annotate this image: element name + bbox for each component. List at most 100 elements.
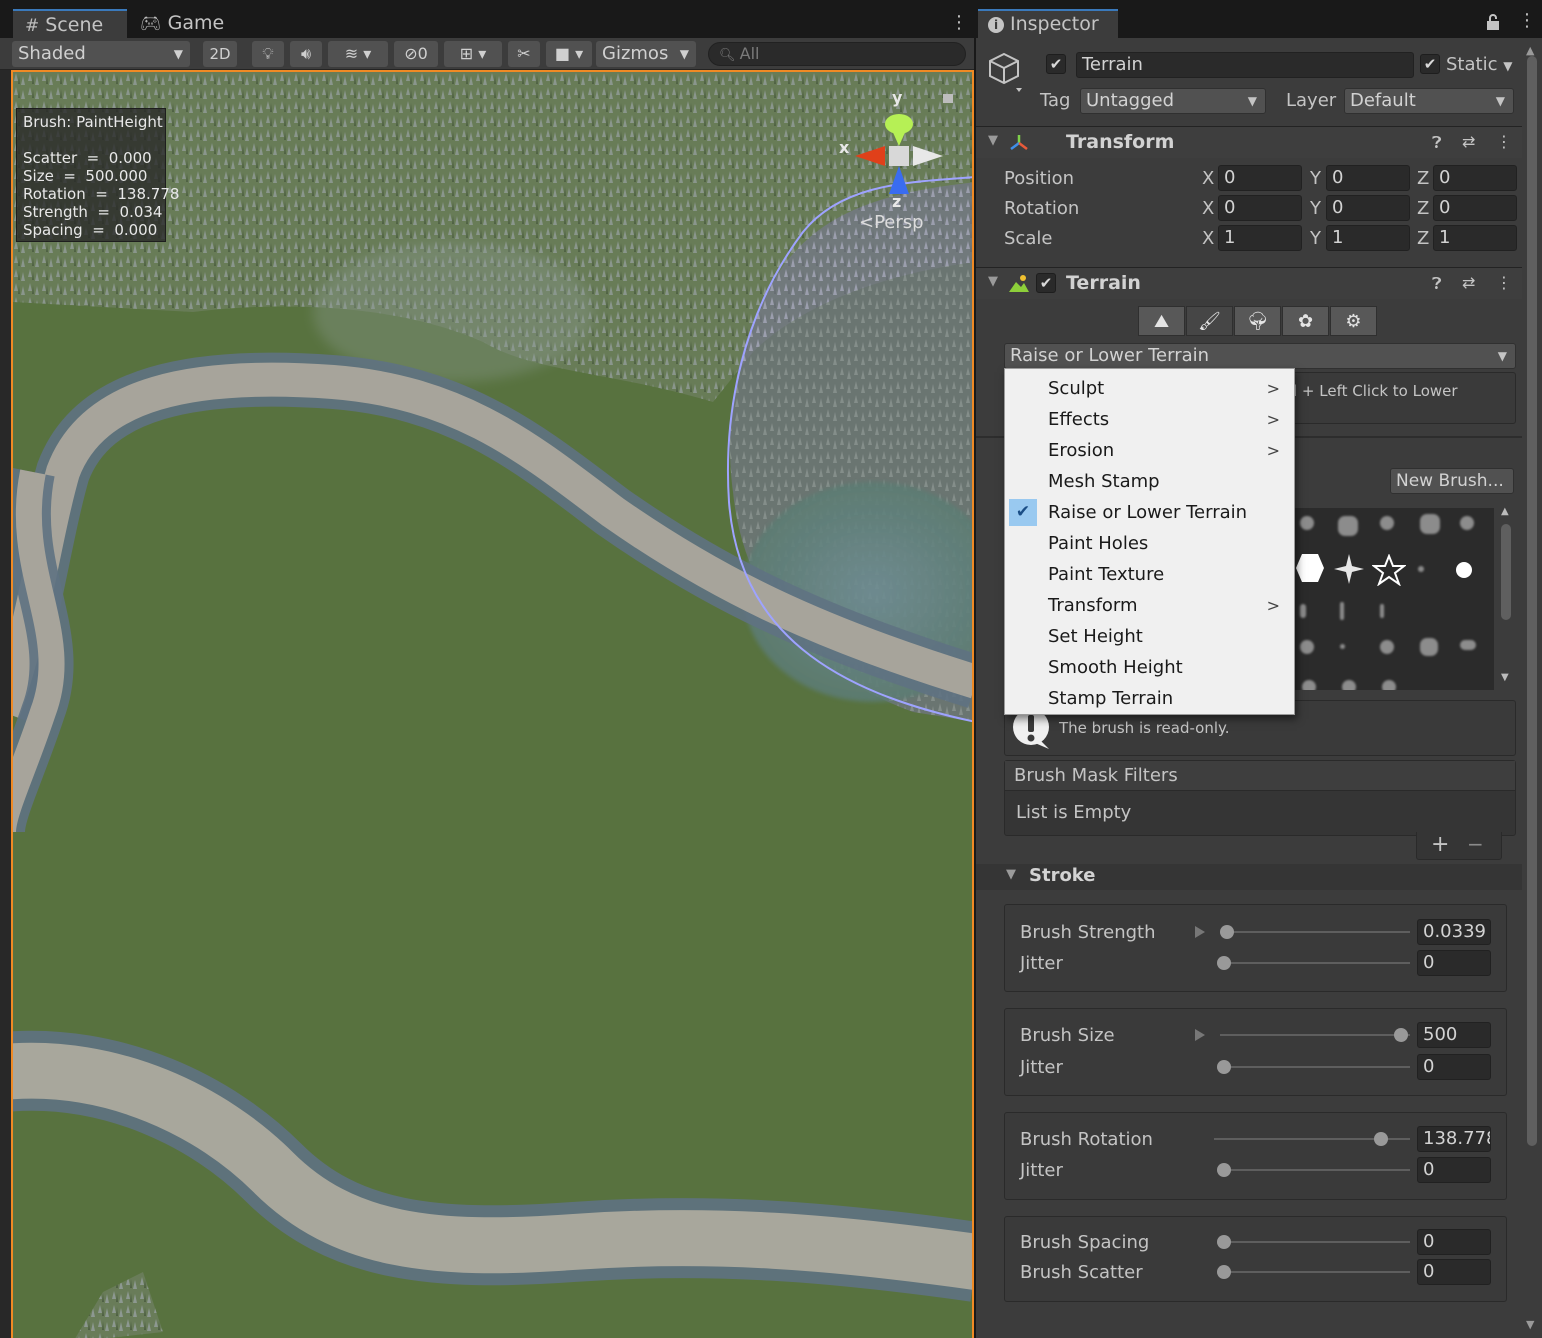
brush-thumbnail[interactable] xyxy=(1420,514,1440,534)
terrain-tool-dropdown[interactable]: Raise or Lower Terrain ▼ xyxy=(1004,343,1516,369)
scale-z-field[interactable]: 1 xyxy=(1433,225,1517,251)
menu-item-paint-holes[interactable]: Paint Holes xyxy=(1005,528,1294,559)
brush-thumbnail[interactable] xyxy=(1380,516,1394,530)
paint-terrain-brush-icon[interactable]: 🖌︎ xyxy=(1186,306,1233,336)
brush-selection-grid[interactable] xyxy=(1294,508,1494,690)
layer-dropdown[interactable]: Default ▼ xyxy=(1344,88,1514,114)
foldout-arrow-icon[interactable]: ▼ xyxy=(1006,867,1016,882)
expand-slider-icon[interactable] xyxy=(1195,1029,1205,1041)
brush-grid-scrollbar[interactable]: ▲ ▼ xyxy=(1498,506,1514,690)
brush-size-slider-track[interactable] xyxy=(1220,1034,1410,1036)
position-z-field[interactable]: 0 xyxy=(1433,165,1517,191)
lighting-toggle-icon[interactable]: 💡︎ xyxy=(252,41,284,67)
projection-toggle[interactable]: <Persp xyxy=(859,212,924,233)
rotation-jitter-slider-track[interactable] xyxy=(1220,1169,1410,1171)
scroll-down-icon[interactable]: ▼ xyxy=(1501,672,1509,683)
brush-thumbnail[interactable] xyxy=(1338,516,1358,536)
rotation-jitter-slider-knob[interactable] xyxy=(1217,1163,1231,1177)
strength-jitter-field[interactable]: 0 xyxy=(1417,950,1491,976)
menu-item-paint-texture[interactable]: Paint Texture xyxy=(1005,559,1294,590)
brush-thumbnail[interactable] xyxy=(1460,516,1474,530)
brush-rotation-field[interactable]: 138.778 xyxy=(1417,1126,1491,1152)
tab-inspector[interactable]: i Inspector xyxy=(978,9,1118,38)
static-label[interactable]: Static ▼ xyxy=(1446,54,1512,75)
menu-item-erosion[interactable]: Erosion > xyxy=(1005,435,1294,466)
round-brush-icon[interactable] xyxy=(1456,562,1472,578)
scene-search-input[interactable]: 🔍︎ All xyxy=(708,42,966,66)
brush-spacing-field[interactable]: 0 xyxy=(1417,1229,1491,1255)
expand-slider-icon[interactable] xyxy=(1195,926,1205,938)
component-menu-icon[interactable]: ⋮ xyxy=(1496,273,1512,292)
create-neighbor-terrain-icon[interactable]: ⛰ xyxy=(1138,306,1185,336)
brush-size-slider-knob[interactable] xyxy=(1394,1028,1408,1042)
foldout-arrow-icon[interactable]: ▼ xyxy=(988,133,998,148)
brush-thumbnail[interactable] xyxy=(1302,680,1316,690)
scale-x-field[interactable]: 1 xyxy=(1218,225,1302,251)
position-x-field[interactable]: 0 xyxy=(1218,165,1302,191)
brush-scatter-field[interactable]: 0 xyxy=(1417,1259,1491,1285)
grid-snap-dropdown-icon[interactable]: ⊞ ▾ xyxy=(444,41,502,67)
foldout-arrow-icon[interactable]: ▼ xyxy=(988,274,998,289)
audio-toggle-icon[interactable]: 🔊︎ xyxy=(290,41,322,67)
brush-thumbnail[interactable] xyxy=(1382,680,1396,690)
static-checkbox[interactable]: ✔ xyxy=(1420,54,1440,74)
menu-item-smooth-height[interactable]: Smooth Height xyxy=(1005,652,1294,683)
help-icon[interactable]: ❓︎ xyxy=(1432,274,1442,294)
menu-item-effects[interactable]: Effects > xyxy=(1005,404,1294,435)
terrain-settings-gear-icon[interactable]: ⚙ xyxy=(1330,306,1377,336)
terrain-component-header[interactable]: ▼ ✔ Terrain ❓︎ ⇄ ⋮ xyxy=(976,267,1522,299)
rotation-x-field[interactable]: 0 xyxy=(1218,195,1302,221)
add-filter-button[interactable]: + xyxy=(1431,832,1449,857)
component-menu-icon[interactable]: ⋮ xyxy=(1496,132,1512,151)
menu-item-set-height[interactable]: Set Height xyxy=(1005,621,1294,652)
scene-panel-menu-icon[interactable]: ⋮ xyxy=(950,12,968,33)
inspector-scroll-thumb[interactable] xyxy=(1527,56,1537,1146)
strength-jitter-slider-knob[interactable] xyxy=(1217,956,1231,970)
menu-item-transform[interactable]: Transform > xyxy=(1005,590,1294,621)
rotation-y-field[interactable]: 0 xyxy=(1326,195,1410,221)
brush-strength-field[interactable]: 0.0339 xyxy=(1417,919,1491,945)
brush-thumbnail[interactable] xyxy=(1340,644,1345,649)
object-name-field[interactable]: Terrain xyxy=(1076,52,1414,78)
size-jitter-slider-knob[interactable] xyxy=(1217,1060,1231,1074)
effects-dropdown-icon[interactable]: ≋ ▾ xyxy=(328,41,388,67)
gizmos-dropdown[interactable]: Gizmos ▼ xyxy=(596,41,696,67)
scroll-up-icon[interactable]: ▲ xyxy=(1526,44,1534,57)
brush-strength-slider-track[interactable] xyxy=(1220,931,1410,933)
brush-thumbnail[interactable] xyxy=(1418,566,1424,572)
strength-jitter-slider-track[interactable] xyxy=(1220,962,1410,964)
tab-scene[interactable]: # Scene xyxy=(13,9,127,38)
inspector-menu-icon[interactable]: ⋮ xyxy=(1518,10,1536,31)
size-jitter-field[interactable]: 0 xyxy=(1417,1054,1491,1080)
tab-game[interactable]: 🎮︎ Game xyxy=(128,9,238,38)
paint-details-icon[interactable]: ✿ xyxy=(1282,306,1329,336)
brush-thumbnail[interactable] xyxy=(1340,602,1344,620)
brush-thumbnail[interactable] xyxy=(1420,638,1438,656)
brush-thumbnail[interactable] xyxy=(1380,640,1394,654)
scroll-up-icon[interactable]: ▲ xyxy=(1501,506,1509,517)
lock-icon[interactable] xyxy=(1486,14,1500,30)
scroll-down-icon[interactable]: ▼ xyxy=(1526,1318,1534,1331)
brush-scatter-slider-track[interactable] xyxy=(1220,1271,1410,1273)
shading-mode-dropdown[interactable]: Shaded ▼ xyxy=(12,41,190,67)
menu-item-stamp-terrain[interactable]: Stamp Terrain xyxy=(1005,683,1294,714)
brush-thumbnail[interactable] xyxy=(1460,640,1476,650)
rotation-z-field[interactable]: 0 xyxy=(1433,195,1517,221)
position-y-field[interactable]: 0 xyxy=(1326,165,1410,191)
starburst-brush-icon[interactable] xyxy=(1334,554,1364,584)
paint-trees-icon[interactable]: 🌳︎ xyxy=(1234,306,1281,336)
terrain-enabled-checkbox[interactable]: ✔ xyxy=(1036,273,1056,293)
brush-strength-slider-knob[interactable] xyxy=(1220,925,1234,939)
brush-thumbnail[interactable] xyxy=(1342,680,1356,690)
menu-item-sculpt[interactable]: Sculpt > xyxy=(1005,373,1294,404)
brush-spacing-slider-knob[interactable] xyxy=(1217,1235,1231,1249)
size-jitter-slider-track[interactable] xyxy=(1220,1066,1410,1068)
rotation-jitter-field[interactable]: 0 xyxy=(1417,1157,1491,1183)
brush-thumbnail[interactable] xyxy=(1300,516,1314,530)
brush-rotation-slider-knob[interactable] xyxy=(1374,1132,1388,1146)
new-brush-button[interactable]: New Brush... xyxy=(1390,468,1514,494)
brush-thumbnail[interactable] xyxy=(1300,640,1314,654)
tools-toggle-icon[interactable]: ✂ xyxy=(508,41,540,67)
transform-header[interactable]: ▼ Transform ❓︎ ⇄ ⋮ xyxy=(976,126,1522,158)
stroke-section-header[interactable]: ▼ Stroke xyxy=(976,864,1522,890)
